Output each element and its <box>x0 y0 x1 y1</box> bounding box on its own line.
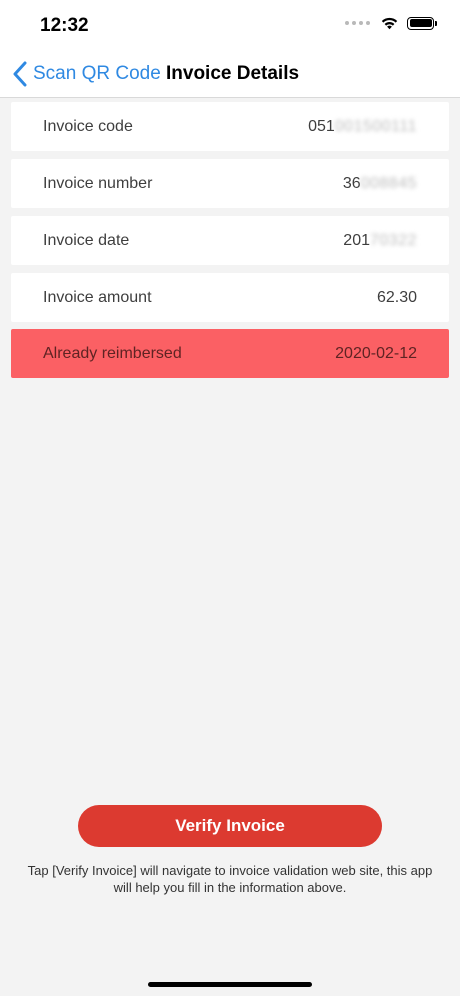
row-value-blurred: 008845 <box>360 174 417 192</box>
row-value-blurred: 001500111 <box>334 117 417 135</box>
chevron-left-icon <box>13 61 27 87</box>
row-value-visible: 051 <box>308 117 335 135</box>
row-invoice-amount: Invoice amount 62.30 <box>11 273 449 322</box>
row-value: 62.30 <box>377 289 417 307</box>
signal-dots-icon <box>345 21 370 25</box>
verify-hint-text: Tap [Verify Invoice] will navigate to in… <box>27 863 433 895</box>
row-label: Invoice date <box>43 231 130 249</box>
row-invoice-number: Invoice number 36 008845 <box>11 159 449 208</box>
row-invoice-date: Invoice date 201 70322 <box>11 216 449 265</box>
row-value-visible: 62.30 <box>376 288 417 306</box>
row-invoice-code: Invoice code 051 001500111 <box>11 102 449 151</box>
status-icons <box>345 16 437 30</box>
row-value: 36 008845 <box>343 175 417 193</box>
row-reimbursed-status: Already reimbersed 2020-02-12 <box>11 329 449 378</box>
status-bar: 12:32 <box>0 0 460 50</box>
row-value-blurred: 70322 <box>370 231 417 249</box>
battery-icon <box>407 16 437 30</box>
verify-invoice-button[interactable]: Verify Invoice <box>78 805 382 847</box>
status-label: Already reimbersed <box>43 344 182 362</box>
back-button[interactable]: Scan QR Code <box>12 60 161 88</box>
row-label: Invoice code <box>43 117 133 135</box>
status-date: 2020-02-12 <box>335 344 417 362</box>
row-label: Invoice number <box>43 174 153 192</box>
row-value-visible: 201 <box>343 231 370 249</box>
wifi-icon <box>381 17 398 30</box>
status-time: 12:32 <box>40 15 89 36</box>
back-label: Scan QR Code <box>33 63 161 84</box>
row-label: Invoice amount <box>43 288 152 306</box>
row-value: 051 001500111 <box>308 118 417 136</box>
page-title: Invoice Details <box>166 63 300 84</box>
row-value-visible: 36 <box>342 174 361 192</box>
row-value: 201 70322 <box>343 232 417 250</box>
navigation-bar: Scan QR Code Invoice Details <box>0 50 460 98</box>
invoice-details-screen: 12:32 Scan QR Code Invoice Details Invoi… <box>0 0 460 996</box>
home-indicator <box>148 982 312 987</box>
